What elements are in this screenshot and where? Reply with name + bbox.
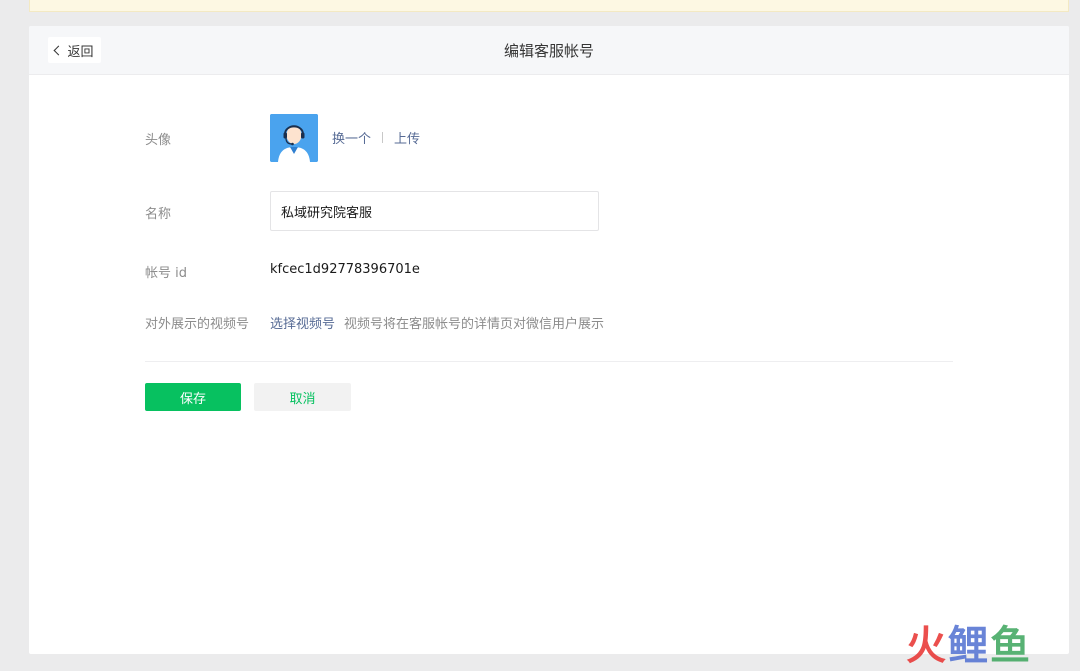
link-separator (382, 132, 384, 143)
watermark-char-2: 鲤 (948, 623, 990, 669)
notice-banner (29, 0, 1069, 12)
watermark-logo: 火 鲤 鱼 (906, 620, 1032, 669)
select-channel-link[interactable]: 选择视频号 (270, 313, 335, 332)
watermark-char-1: 火 (906, 623, 948, 669)
save-button[interactable]: 保存 (145, 383, 241, 411)
avatar-actions: 换一个 上传 (332, 128, 420, 147)
customer-service-avatar-icon (270, 114, 318, 162)
watermark-char-3: 鱼 (990, 623, 1032, 669)
channel-row: 选择视频号 视频号将在客服帐号的详情页对微信用户展示 (270, 313, 604, 332)
name-label: 名称 (145, 207, 172, 222)
panel-header: 返回 编辑客服帐号 (29, 26, 1069, 75)
form-divider (145, 361, 953, 362)
account-id-label: 帐号 id (145, 266, 187, 281)
upload-avatar-link[interactable]: 上传 (394, 128, 420, 147)
account-id-value: kfcec1d92778396701e (270, 262, 420, 277)
change-avatar-link[interactable]: 换一个 (332, 128, 371, 147)
page-title: 编辑客服帐号 (503, 42, 594, 60)
avatar (270, 114, 318, 162)
avatar-label: 头像 (145, 133, 172, 148)
channel-label: 对外展示的视频号 (145, 317, 250, 332)
edit-account-panel: 返回 编辑客服帐号 头像 换一个 上传 名称 帐号 id kfcec1d9277… (29, 26, 1069, 654)
channel-hint: 视频号将在客服帐号的详情页对微信用户展示 (344, 317, 605, 332)
cancel-button[interactable]: 取消 (254, 383, 351, 411)
name-input[interactable] (270, 191, 599, 231)
